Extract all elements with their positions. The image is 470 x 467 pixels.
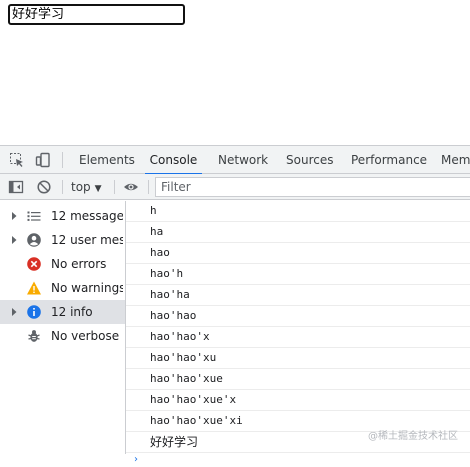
filter-input[interactable]	[155, 177, 470, 197]
show-sidebar-icon[interactable]	[8, 179, 24, 195]
caret-down-icon: ▼	[94, 184, 102, 194]
console-message: hao'hao'xu	[150, 351, 217, 364]
sidebar-item-label: 12 messages	[51, 209, 123, 223]
sidebar-item-messages[interactable]: 12 messages	[0, 204, 125, 228]
console-message-row: hao'hao'xue'x	[126, 390, 470, 411]
sidebar-item-verbose[interactable]: No verbose	[0, 324, 125, 348]
sidebar-item-user-messages[interactable]: 12 user mes...	[0, 228, 125, 252]
console-message-row: hao'hao'xu	[126, 348, 470, 369]
toolbar-divider	[114, 180, 115, 194]
console-message: hao'hao'xue	[150, 372, 223, 385]
toolbar-divider	[62, 180, 63, 194]
console-message-row: ha	[126, 222, 470, 243]
console-message-row: hao'hao'x	[126, 327, 470, 348]
sidebar-item-label: No errors	[51, 257, 107, 271]
console-message: hao'hao'x	[150, 330, 210, 343]
tab-network[interactable]: Network	[218, 146, 268, 174]
console-message: hao'ha	[150, 288, 190, 301]
list-icon	[26, 208, 42, 224]
console-message-row: hao	[126, 243, 470, 264]
console-message-row: hao'hao	[126, 306, 470, 327]
sidebar-item-label: No verbose	[51, 329, 120, 343]
console-message-row: hao'ha	[126, 285, 470, 306]
console-prompt-row[interactable]: ›	[126, 453, 470, 465]
devtools-tabbar: Elements Console Network Sources Perform…	[0, 146, 470, 175]
console-message: hao'hao'xue'x	[150, 393, 237, 406]
sidebar-item-label: No warnings	[51, 281, 123, 295]
sidebar-item-info[interactable]: 12 info	[0, 300, 125, 324]
console-sidebar: 12 messages 12 user mes...	[0, 201, 126, 454]
console-message: ha	[150, 225, 164, 238]
console-message: hao'hao'xue'xi	[150, 414, 243, 427]
eye-icon[interactable]	[123, 179, 139, 195]
warning-icon	[26, 280, 42, 296]
clear-console-icon[interactable]	[36, 179, 52, 195]
error-icon	[26, 256, 42, 272]
console-message: hao	[150, 246, 170, 259]
console-message: h	[150, 204, 157, 217]
toolbar-divider	[148, 180, 149, 194]
expand-arrow-icon[interactable]	[9, 234, 19, 246]
toolbar-divider	[62, 152, 63, 168]
console-message-row: h	[126, 201, 470, 222]
expand-arrow-icon[interactable]	[9, 210, 19, 222]
sidebar-item-errors[interactable]: No errors	[0, 252, 125, 276]
context-selector[interactable]: top ▼	[71, 174, 102, 200]
tab-memory[interactable]: Memo	[441, 146, 470, 174]
console-message: 好好学习	[150, 435, 199, 449]
text-input[interactable]: 好好学习	[8, 4, 185, 25]
context-label: top	[71, 180, 91, 194]
tab-console[interactable]: Console	[145, 146, 202, 175]
expand-arrow-icon[interactable]	[9, 306, 19, 318]
console-message: hao'hao	[150, 309, 197, 322]
watermark: @稀土掘金技术社区	[368, 431, 458, 442]
console-message: hao'h	[150, 267, 184, 280]
sidebar-item-label: 12 user mes...	[51, 233, 123, 247]
user-icon	[26, 232, 42, 248]
console-toolbar: top ▼	[0, 174, 470, 200]
devtools-panel: Elements Console Network Sources Perform…	[0, 145, 470, 465]
prompt-chevron-icon: ›	[134, 454, 138, 465]
console-output: h ha hao hao'h hao'ha hao'hao hao'hao'x …	[126, 201, 470, 465]
sidebar-item-label: 12 info	[51, 305, 93, 319]
console-message-row: hao'h	[126, 264, 470, 285]
info-icon	[26, 304, 42, 320]
bug-icon	[26, 328, 42, 344]
tab-performance[interactable]: Performance	[351, 146, 427, 174]
tab-elements[interactable]: Elements	[79, 146, 135, 174]
inspect-element-icon[interactable]	[9, 152, 25, 168]
tab-sources[interactable]: Sources	[286, 146, 333, 174]
device-toolbar-icon[interactable]	[35, 152, 51, 168]
sidebar-item-warnings[interactable]: No warnings	[0, 276, 125, 300]
console-message-row: hao'hao'xue	[126, 369, 470, 390]
